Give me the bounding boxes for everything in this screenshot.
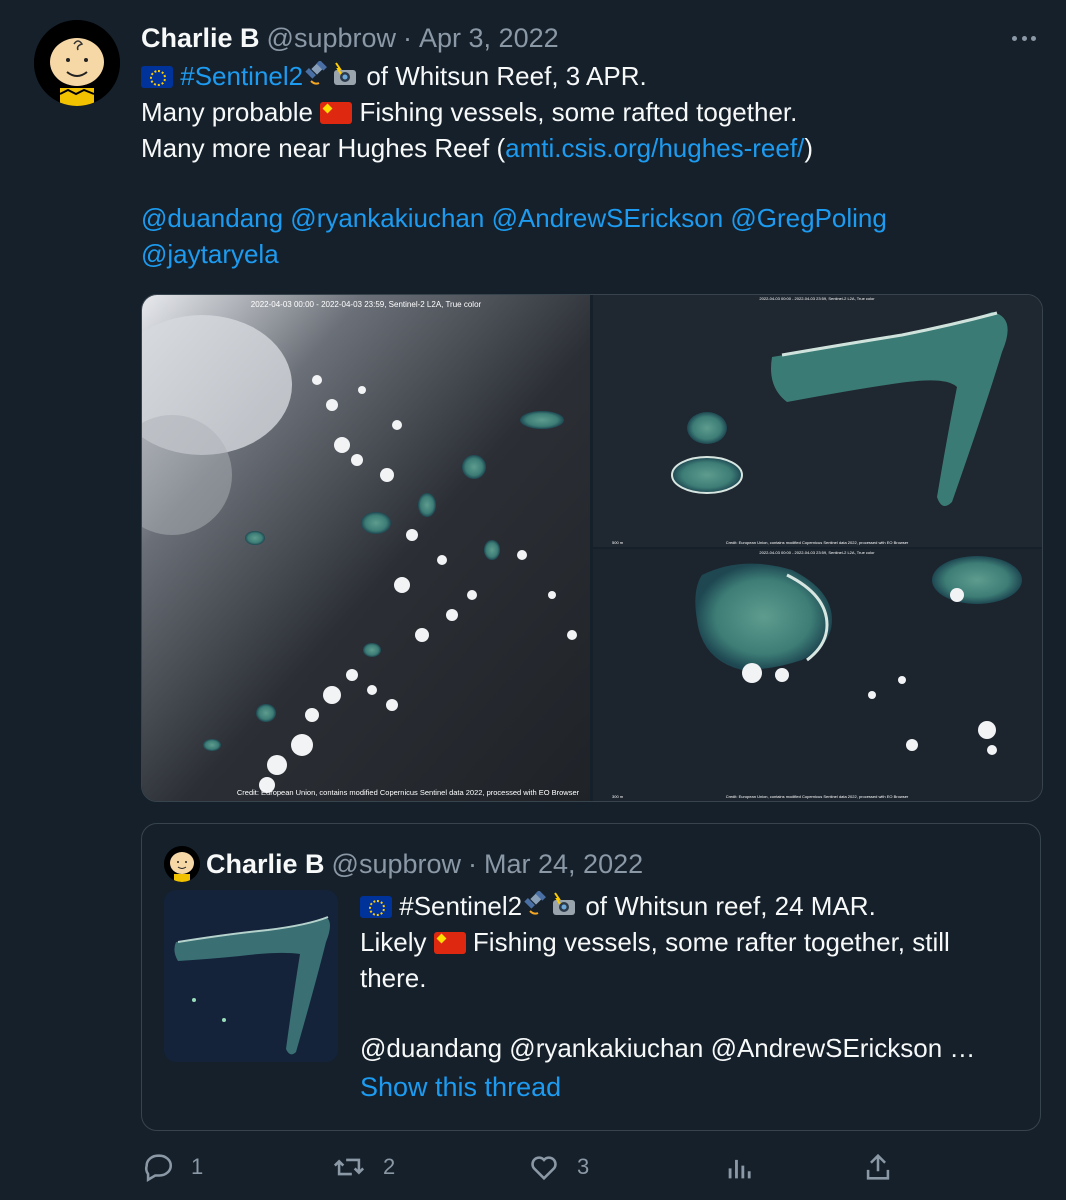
more-icon-dot xyxy=(1031,35,1036,41)
analytics-button[interactable] xyxy=(723,1150,757,1184)
camera-flash-icon xyxy=(334,62,357,85)
china-flag-icon xyxy=(320,102,353,124)
quote-satellite-image xyxy=(164,890,338,1062)
tweet-line-3-pre: Many more near Hughes Reef ( xyxy=(141,133,506,163)
right-bottom-credit: Credit: European Union, contains modifie… xyxy=(726,794,909,799)
author-name[interactable]: Charlie B xyxy=(141,23,260,54)
right-top-caption: 2022-04-03 00:00 - 2022-04-03 23:59, Sen… xyxy=(759,296,875,301)
mention-jaytaryela[interactable]: @jaytaryela xyxy=(141,239,279,269)
quote-mentions-text: @duandang @ryankakiuchan @AndrewSErickso… xyxy=(360,1033,976,1063)
china-flag-icon xyxy=(433,932,466,954)
retweet-icon xyxy=(333,1158,365,1176)
right-top-credit: Credit: European Union, contains modifie… xyxy=(726,540,909,545)
tweet-line-3: Many more near Hughes Reef (amti.csis.or… xyxy=(141,130,1031,166)
tweet-line-3-post: ) xyxy=(804,133,813,163)
reply-button[interactable]: 1 xyxy=(141,1150,203,1184)
more-icon-dot xyxy=(1021,35,1027,41)
right-bottom-satellite-panel[interactable]: 2022-04-03 00:00 - 2022-04-03 23:59, Sen… xyxy=(593,549,1042,801)
quote-blank-line xyxy=(360,996,1020,1030)
hughes-reef-link[interactable]: amti.csis.org/hughes-reef/ xyxy=(505,133,804,163)
right-top-satellite-panel[interactable]: 2022-04-03 00:00 - 2022-04-03 23:59, Sen… xyxy=(593,295,1042,547)
tweet-line-1-text: of Whitsun Reef, 3 APR. xyxy=(359,61,647,91)
reply-count: 1 xyxy=(191,1154,204,1179)
tweet-body: #Sentinel2 of Whitsun Reef, 3 APR. Many … xyxy=(141,58,1031,272)
quote-line-3: there. xyxy=(360,960,1020,996)
media-grid[interactable]: 2022-04-03 00:00 - 2022-04-03 23:59, Sen… xyxy=(141,294,1043,802)
quote-header: Charlie B @supbrow · Mar 24, 2022 xyxy=(206,846,643,882)
header-separator: · xyxy=(403,22,413,53)
hashtag-sentinel2[interactable]: #Sentinel2 xyxy=(180,61,303,91)
quote-date[interactable]: Mar 24, 2022 xyxy=(484,849,643,880)
quote-body: #Sentinel2 of Whitsun reef, 24 MAR. Like… xyxy=(360,888,1020,1066)
reply-icon xyxy=(145,1154,172,1183)
media-divider-horizontal xyxy=(593,547,1042,549)
tweet-line-2: Many probable Fishing vessels, some raft… xyxy=(141,94,1031,130)
quote-mentions: @duandang @ryankakiuchan @AndrewSErickso… xyxy=(360,1030,1020,1066)
eu-flag-icon xyxy=(360,896,392,918)
quote-separator: · xyxy=(468,848,478,879)
like-count: 3 xyxy=(577,1154,590,1179)
scale-label-1: 500 m xyxy=(612,540,624,545)
satellite-images[interactable]: 2022-04-03 00:00 - 2022-04-03 23:59, Sen… xyxy=(142,295,1042,801)
retweet-button[interactable]: 2 xyxy=(331,1150,395,1184)
tweet-line-2-post: Fishing vessels, some rafted together. xyxy=(352,97,798,127)
media-divider-vertical xyxy=(590,295,593,801)
quoted-tweet[interactable]: Charlie B @supbrow · Mar 24, 2022 #Senti… xyxy=(141,823,1041,1131)
share-icon xyxy=(866,1153,890,1180)
mentions-line-2: @jaytaryela xyxy=(141,236,1031,272)
quote-author-handle[interactable]: @supbrow xyxy=(332,849,461,880)
mentions[interactable]: @duandang @ryankakiuchan @AndrewSErickso… xyxy=(141,203,887,233)
left-credit: Credit: European Union, contains modifie… xyxy=(237,788,580,797)
satellite-icon xyxy=(305,61,328,85)
quote-line-1-text: of Whitsun reef, 24 MAR. xyxy=(578,891,876,921)
analytics-icon xyxy=(728,1159,751,1179)
charlie-brown-avatar-image xyxy=(34,20,120,106)
quote-hashtag-sentinel2: #Sentinel2 xyxy=(399,891,523,921)
quote-line-1: #Sentinel2 of Whitsun reef, 24 MAR. xyxy=(360,888,1020,924)
author-handle[interactable]: @supbrow xyxy=(267,23,396,54)
eu-flag-icon xyxy=(141,66,173,88)
more-icon xyxy=(1012,35,1017,41)
left-caption: 2022-04-03 00:00 - 2022-04-03 23:59, Sen… xyxy=(251,300,482,309)
quote-line-2: Likely Fishing vessels, some rafter toge… xyxy=(360,924,1020,960)
scale-label-2: 300 m xyxy=(612,794,624,799)
quote-thumbnail[interactable] xyxy=(164,890,338,1062)
share-button[interactable] xyxy=(861,1150,895,1184)
show-thread-link[interactable]: Show this thread xyxy=(360,1072,561,1103)
tweet-line-2-pre: Many probable xyxy=(141,97,321,127)
tweet-date[interactable]: Apr 3, 2022 xyxy=(419,23,559,54)
more-options-button[interactable] xyxy=(1012,26,1036,50)
quote-line-2-post: Fishing vessels, some rafter together, s… xyxy=(465,927,950,957)
heart-icon xyxy=(531,1156,557,1181)
tweet-header: Charlie B @supbrow · Apr 3, 2022 xyxy=(141,20,559,56)
quote-line-3-text: there. xyxy=(360,963,427,993)
satellite-icon xyxy=(524,891,547,915)
like-button[interactable]: 3 xyxy=(527,1150,589,1184)
charlie-brown-avatar-small xyxy=(164,846,200,882)
quote-author-avatar[interactable] xyxy=(164,846,200,882)
quote-line-2-pre: Likely xyxy=(360,927,434,957)
mentions-line-1: @duandang @ryankakiuchan @AndrewSErickso… xyxy=(141,200,1031,236)
quote-author-name[interactable]: Charlie B xyxy=(206,849,325,880)
camera-flash-icon xyxy=(553,892,576,915)
author-avatar[interactable] xyxy=(34,20,120,106)
tweet-line-1: #Sentinel2 of Whitsun Reef, 3 APR. xyxy=(141,58,1031,94)
retweet-count: 2 xyxy=(383,1154,396,1179)
tweet-action-bar: 1 2 3 xyxy=(141,1150,1041,1190)
left-satellite-panel[interactable]: 2022-04-03 00:00 - 2022-04-03 23:59, Sen… xyxy=(142,295,590,801)
right-bottom-caption: 2022-04-03 00:00 - 2022-04-03 23:59, Sen… xyxy=(759,550,875,555)
